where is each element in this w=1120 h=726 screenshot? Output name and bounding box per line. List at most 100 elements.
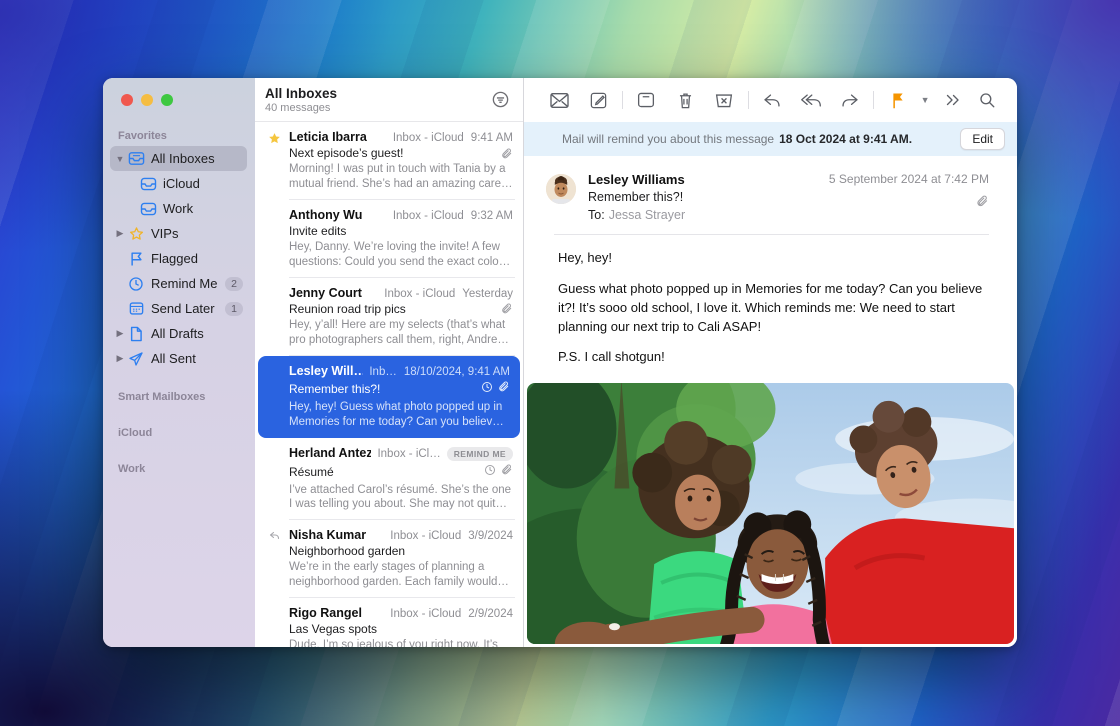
date: 9:32 AM — [471, 210, 513, 222]
photo-attachment[interactable] — [527, 383, 1014, 644]
subject: Next episode’s guest! — [289, 146, 495, 160]
sidebar-item-label: iCloud — [163, 176, 243, 191]
sidebar-item-send-later[interactable]: Send Later 1 — [110, 296, 247, 321]
sidebar-item-label: All Inboxes — [151, 151, 243, 166]
window-controls — [103, 92, 255, 124]
work-section-label[interactable]: Work — [103, 457, 255, 479]
date: 9:41 AM — [471, 132, 513, 144]
trash-button[interactable] — [666, 85, 705, 115]
get-mail-button[interactable] — [540, 85, 579, 115]
favorites-section-label: Favorites — [103, 124, 255, 146]
list-item[interactable]: Nisha Kumar Inbox - iCloud3/9/2024 Neigh… — [255, 520, 523, 598]
chevron-down-icon[interactable]: ▼ — [114, 154, 126, 164]
list-item[interactable]: Leticia Ibarra Inbox - iCloud 9:41 AM Nex… — [255, 122, 523, 200]
toolbar-divider — [748, 91, 749, 109]
recipient-name[interactable]: Jessa Strayer — [609, 208, 685, 222]
sender: Anthony Wu — [289, 208, 387, 222]
paperclip-icon — [501, 302, 513, 315]
close-window-button[interactable] — [121, 94, 133, 106]
toolbar-divider — [622, 91, 623, 109]
list-item[interactable]: Jenny Court Inbox - iCloudYesterday Reun… — [255, 278, 523, 356]
chevron-right-icon[interactable]: ▶ — [114, 353, 126, 364]
reminder-clock-icon — [484, 463, 496, 481]
reading-pane: ▼ Mail will remind you about this messag… — [524, 78, 1017, 647]
message-body: Hey, hey! Guess what photo popped up in … — [524, 235, 1017, 379]
sidebar-item-label: Remind Me — [151, 276, 221, 291]
count-badge: 1 — [225, 302, 243, 316]
sidebar-item-all-drafts[interactable]: ▶ All Drafts — [110, 321, 247, 346]
preview: Hey, hey! Guess what photo popped up in … — [289, 400, 510, 430]
edit-reminder-button[interactable]: Edit — [960, 128, 1005, 150]
mailbox-tag: Inbox - iCl… — [377, 448, 440, 460]
preview: Hey, Danny. We’re loving the invite! A f… — [289, 240, 513, 270]
icloud-section-label[interactable]: iCloud — [103, 421, 255, 443]
list-item[interactable]: Herland Antezana Inbox - iCl…REMIND ME R… — [255, 438, 523, 521]
body-paragraph: Hey, hey! — [558, 249, 987, 268]
preview: Hey, y’all! Here are my selects (that’s … — [289, 318, 513, 348]
mailbox-tag: Inbox - iCloud — [393, 132, 464, 144]
sent-icon — [126, 351, 146, 367]
sidebar-item-vips[interactable]: ▶ VIPs — [110, 221, 247, 246]
more-toolbar-items-button[interactable] — [933, 85, 972, 115]
remind-banner-text: Mail will remind you about this message — [562, 132, 774, 146]
reply-button[interactable] — [753, 85, 792, 115]
subject: Reunion road trip pics — [289, 302, 495, 316]
minimize-window-button[interactable] — [141, 94, 153, 106]
preview: Dude, I’m so jealous of you right now. I… — [289, 638, 513, 647]
all-inboxes-icon — [126, 151, 146, 166]
list-item-selected[interactable]: Lesley Will… Inb…18/10/2024, 9:41 AM Rem… — [258, 356, 520, 438]
date: 3/9/2024 — [468, 530, 513, 542]
chevron-right-icon[interactable]: ▶ — [114, 328, 126, 339]
attachment-paperclip-icon[interactable] — [829, 194, 989, 208]
sidebar-item-label: Work — [163, 201, 243, 216]
subject: Las Vegas spots — [289, 622, 513, 636]
toolbar-divider — [873, 91, 874, 109]
sender-avatar[interactable] — [546, 174, 576, 204]
draft-icon — [126, 326, 146, 342]
archive-button[interactable] — [627, 85, 666, 115]
sidebar-item-label: Send Later — [151, 301, 221, 316]
list-item[interactable]: Rigo Rangel Inbox - iCloud2/9/2024 Las V… — [255, 598, 523, 647]
mailbox-title: All Inboxes — [265, 86, 487, 101]
sidebar-item-flagged[interactable]: Flagged — [110, 246, 247, 271]
body-paragraph: Guess what photo popped up in Memories f… — [558, 280, 987, 337]
sidebar-item-icloud-inbox[interactable]: iCloud — [110, 171, 247, 196]
smart-mailboxes-section-label[interactable]: Smart Mailboxes — [103, 385, 255, 407]
flag-button[interactable] — [878, 85, 917, 115]
sidebar-item-label: VIPs — [151, 226, 243, 241]
chevron-right-icon[interactable]: ▶ — [114, 228, 126, 239]
message-rows: Leticia Ibarra Inbox - iCloud 9:41 AM Nex… — [255, 122, 523, 647]
sidebar-item-work-inbox[interactable]: Work — [110, 196, 247, 221]
mailbox-sidebar: Favorites ▼ All Inboxes iCloud Work ▶ — [103, 78, 255, 647]
search-button[interactable] — [972, 85, 1003, 115]
reply-all-button[interactable] — [792, 85, 831, 115]
sender: Leticia Ibarra — [289, 130, 387, 144]
date: 2/9/2024 — [468, 608, 513, 620]
sender-name[interactable]: Lesley Williams — [588, 172, 829, 187]
junk-button[interactable] — [705, 85, 744, 115]
zoom-window-button[interactable] — [161, 94, 173, 106]
star-icon — [126, 226, 146, 242]
unread-badge: 2 — [225, 277, 243, 291]
message-date: 5 September 2024 at 7:42 PM — [829, 172, 989, 186]
starred-icon — [259, 130, 289, 192]
sidebar-item-label: All Sent — [151, 351, 243, 366]
sidebar-item-all-sent[interactable]: ▶ All Sent — [110, 346, 247, 371]
forward-button[interactable] — [831, 85, 870, 115]
flag-menu-chevron-icon[interactable]: ▼ — [917, 95, 933, 105]
preview: We’re in the early stages of planning a … — [289, 560, 513, 590]
sidebar-item-remind-me[interactable]: Remind Me 2 — [110, 271, 247, 296]
sender: Lesley Will… — [289, 364, 363, 378]
sidebar-item-all-inboxes[interactable]: ▼ All Inboxes — [110, 146, 247, 171]
compose-button[interactable] — [579, 85, 618, 115]
remind-me-badge: REMIND ME — [447, 447, 513, 461]
list-item[interactable]: Anthony Wu Inbox - iCloud9:32 AM Invite … — [255, 200, 523, 278]
body-paragraph: P.S. I call shotgun! — [558, 348, 987, 367]
remind-banner: Mail will remind you about this message … — [524, 122, 1017, 156]
filter-button[interactable] — [487, 87, 513, 113]
sender: Rigo Rangel — [289, 606, 384, 620]
message-subject: Remember this?! — [588, 190, 829, 204]
sender: Nisha Kumar — [289, 528, 384, 542]
message-count: 40 messages — [265, 102, 487, 114]
mailbox-tag: Inbox - iCloud — [384, 288, 455, 300]
